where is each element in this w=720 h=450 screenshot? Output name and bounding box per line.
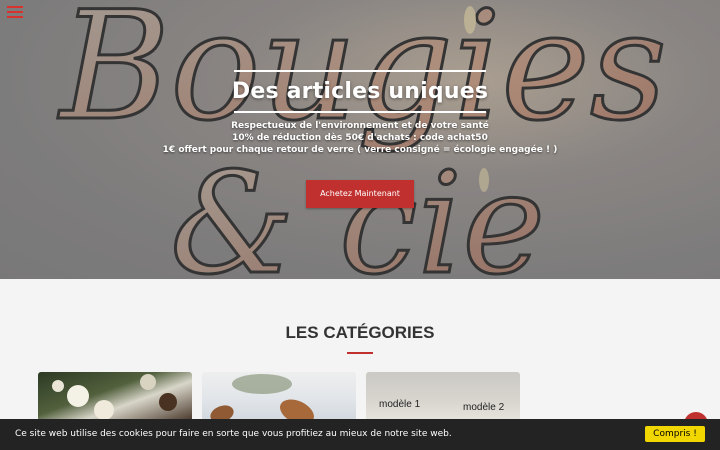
shop-now-button[interactable]: Achetez Maintenant [306,180,414,208]
model-1-label: modèle 1 [379,399,421,410]
model-2-label: modèle 2 [463,402,505,413]
hamburger-menu-icon[interactable] [7,6,23,20]
hero-line: 10% de réduction dès 50€ d'achats : code… [232,133,488,143]
hero-line: 1€ offert pour chaque retour de verre ( … [162,145,558,155]
cookie-message: Ce site web utilise des cookies pour fai… [15,429,452,439]
category-card-models[interactable]: modèle 1 modèle 2 [366,372,520,424]
category-card-almonds[interactable] [202,372,356,424]
hero-title: Des articles uniques [231,79,489,104]
title-rule-bottom [234,111,486,113]
hero-banner: Bougies & cie Des articles uniques Respe… [0,0,720,279]
hero-content: Des articles uniques Respectueux de l'en… [0,70,720,156]
cookie-banner: Ce site web utilise des cookies pour fai… [0,419,720,450]
flowers-image [52,374,177,420]
category-card-flowers[interactable] [38,372,192,424]
cookie-accept-button[interactable]: Compris ! [645,426,705,442]
almonds-image [210,374,314,424]
hero-description: Respectueux de l'environnement et de vot… [0,120,720,156]
categories-underline [347,352,373,354]
categories-title: LES CATÉGORIES [285,323,435,342]
hero-line: Respectueux de l'environnement et de vot… [231,121,489,131]
